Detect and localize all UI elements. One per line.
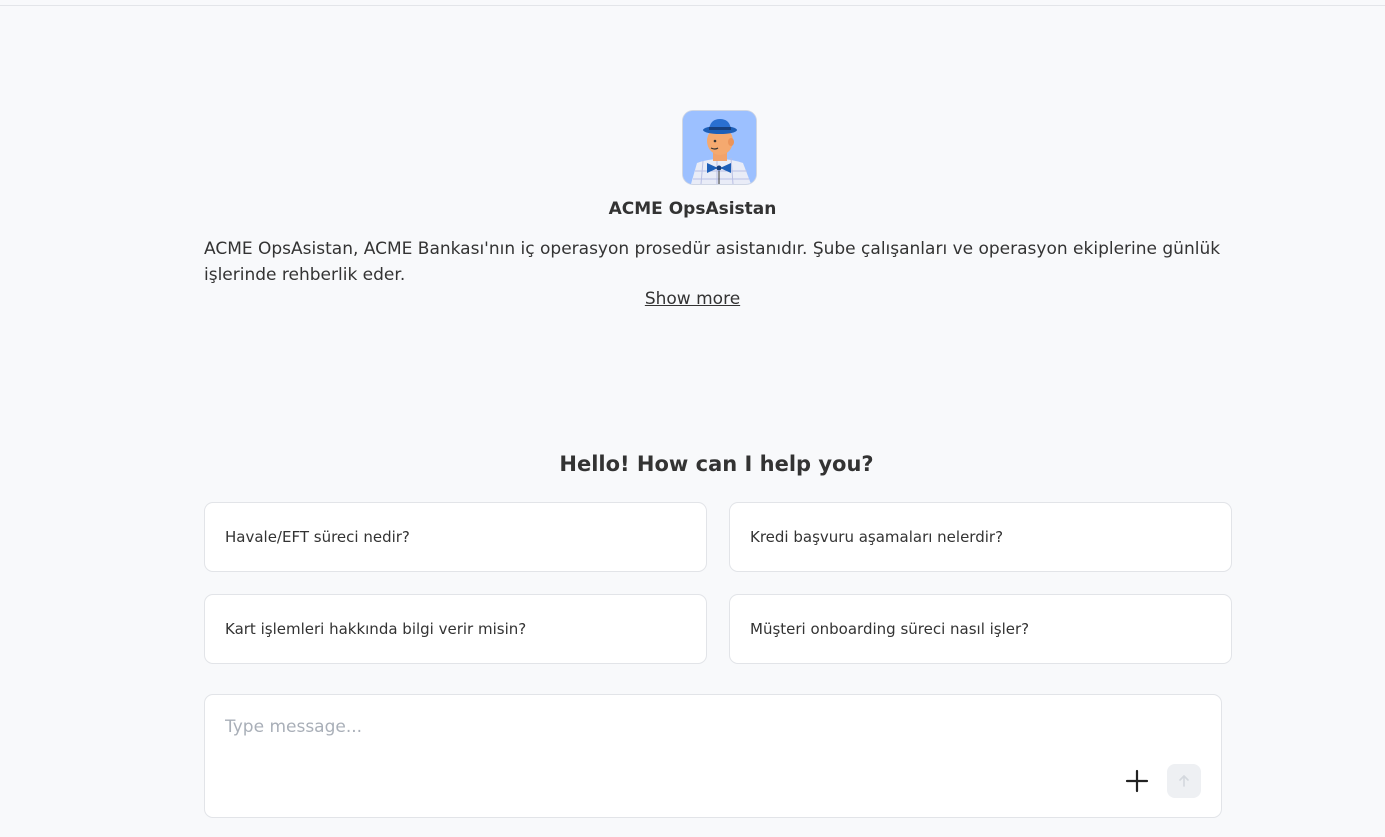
top-bar-divider: [0, 0, 1385, 6]
arrow-up-icon: [1179, 775, 1189, 787]
suggestion-label: Müşteri onboarding süreci nasıl işler?: [750, 620, 1030, 638]
suggestion-card[interactable]: Müşteri onboarding süreci nasıl işler?: [729, 594, 1232, 664]
message-composer: [204, 694, 1222, 818]
assistant-description: ACME OpsAsistan, ACME Bankası'nın iç ope…: [204, 239, 1221, 285]
assistant-avatar: [683, 111, 756, 184]
assistant-name: ACME OpsAsistan: [608, 199, 777, 219]
suggestion-label: Havale/EFT süreci nedir?: [225, 528, 410, 546]
send-button[interactable]: [1167, 764, 1201, 798]
suggestion-card[interactable]: Kart işlemleri hakkında bilgi verir misi…: [204, 594, 707, 664]
suggestion-card[interactable]: Havale/EFT süreci nedir?: [204, 502, 707, 572]
attach-button[interactable]: [1123, 767, 1151, 795]
suggestion-label: Kart işlemleri hakkında bilgi verir misi…: [225, 620, 527, 638]
plus-icon: [1125, 769, 1149, 793]
greeting-heading: Hello! How can I help you?: [559, 452, 874, 476]
message-input[interactable]: [225, 717, 1105, 757]
show-more-link[interactable]: Show more: [645, 289, 740, 309]
suggestion-card[interactable]: Kredi başvuru aşamaları nelerdir?: [729, 502, 1232, 572]
assistant-avatar-icon: [683, 111, 756, 184]
show-more-container: Show more: [0, 289, 1385, 309]
suggestion-label: Kredi başvuru aşamaları nelerdir?: [750, 528, 1004, 546]
